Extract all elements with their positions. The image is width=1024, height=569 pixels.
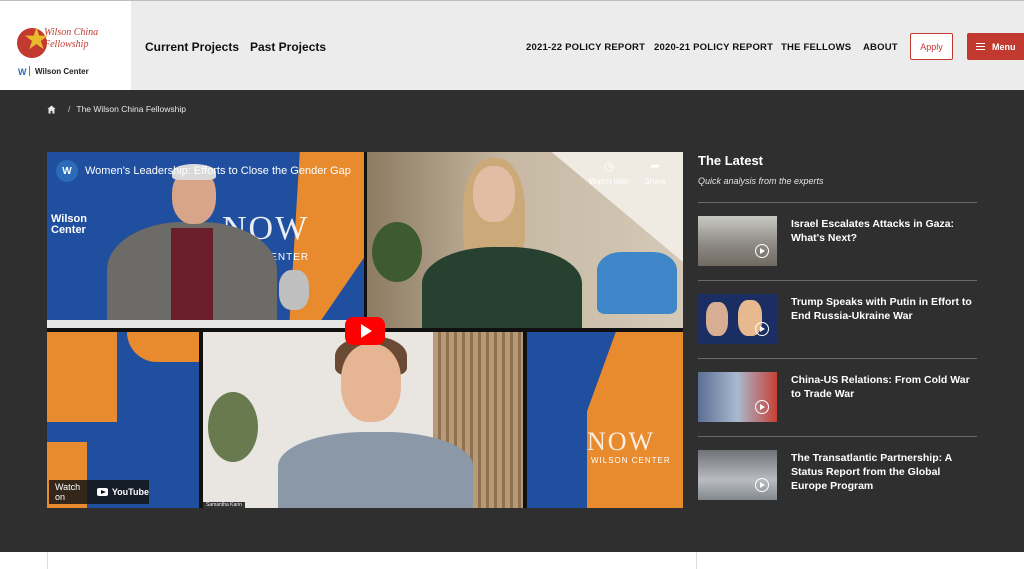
story-title[interactable]: China-US Relations: From Cold War to Tra… <box>791 373 977 401</box>
divider <box>698 202 977 203</box>
logo-line-2: Fellowship <box>44 39 89 50</box>
logo-divider <box>29 66 30 76</box>
hamburger-icon <box>976 43 985 50</box>
speaker-3-head <box>341 344 401 422</box>
menu-button[interactable]: Menu <box>967 33 1024 60</box>
apply-button[interactable]: Apply <box>910 33 953 60</box>
channel-logo-icon[interactable]: W <box>56 160 78 182</box>
play-icon <box>361 324 372 338</box>
divider <box>698 280 977 281</box>
breadcrumb: / The Wilson China Fellowship <box>47 104 186 114</box>
site-logo[interactable]: ★ Wilson China Fellowship W Wilson Cente… <box>0 1 131 91</box>
logo-line-1: Wilson China <box>44 27 99 38</box>
desk <box>47 320 364 328</box>
divider <box>698 436 977 437</box>
menu-label: Menu <box>992 41 1016 52</box>
video-panel-host: NOW CENTER Wilson Center <box>47 152 364 328</box>
play-circle-icon <box>755 244 769 258</box>
watch-on-label: Watch on <box>55 482 81 502</box>
microphone-icon <box>279 270 309 310</box>
watch-later-button[interactable]: ◷ Watch later <box>586 159 632 186</box>
home-icon[interactable] <box>47 104 56 114</box>
nav-2021-22-policy-report[interactable]: 2021-22 POLICY REPORT <box>526 42 645 53</box>
story-thumbnail[interactable] <box>698 294 777 344</box>
video-panel-guest-1 <box>367 152 683 328</box>
youtube-icon <box>97 488 108 496</box>
share-button[interactable]: ➦ Share <box>637 159 673 186</box>
watch-on-youtube-button[interactable]: Watch on YouTube <box>49 480 149 504</box>
speaker-2-head <box>473 166 515 222</box>
wilson-center-label: Wilson Center <box>35 67 89 76</box>
video-panel-guest-2 <box>203 332 523 508</box>
orange-block <box>587 332 683 508</box>
share-label: Share <box>644 177 666 186</box>
logo-text: Wilson China Fellowship <box>44 27 98 51</box>
story-item[interactable]: The Transatlantic Partnership: A Status … <box>698 450 977 500</box>
story-title[interactable]: Trump Speaks with Putin in Effort to End… <box>791 295 977 323</box>
story-item[interactable]: China-US Relations: From Cold War to Tra… <box>698 372 977 422</box>
story-item[interactable]: Israel Escalates Attacks in Gaza: What's… <box>698 216 977 266</box>
nav-past-projects[interactable]: Past Projects <box>250 40 326 54</box>
plant <box>372 222 422 282</box>
story-title[interactable]: The Transatlantic Partnership: A Status … <box>791 451 977 493</box>
play-circle-icon <box>755 400 769 414</box>
story-title[interactable]: Israel Escalates Attacks in Gaza: What's… <box>791 217 977 245</box>
site-header: ★ Wilson China Fellowship W Wilson Cente… <box>0 0 1024 91</box>
orange-block <box>47 332 117 422</box>
wilson-center-text: WILSON CENTER <box>591 456 671 465</box>
video-player[interactable]: NOW CENTER Wilson Center NOW WILSON CENT… <box>47 152 683 508</box>
speaker-2-body <box>422 247 582 328</box>
story-item[interactable]: Trump Speaks with Putin in Effort to End… <box>698 294 977 344</box>
share-arrow-icon: ➦ <box>649 159 661 173</box>
breadcrumb-separator: / <box>68 104 71 114</box>
nav-the-fellows[interactable]: THE FELLOWS <box>781 42 851 53</box>
watch-later-label: Watch later <box>588 177 630 186</box>
nav-about[interactable]: ABOUT <box>863 42 898 53</box>
plant <box>208 392 258 462</box>
blue-chair <box>597 252 677 314</box>
nav-current-projects[interactable]: Current Projects <box>145 40 239 54</box>
story-thumbnail[interactable] <box>698 216 777 266</box>
video-panel-graphic-right: NOW WILSON CENTER <box>527 332 683 508</box>
orange-block <box>127 332 199 362</box>
speaker-name-tag: Samantha Karin <box>203 502 245 508</box>
now-logo-text: NOW <box>587 427 656 456</box>
wilson-center-brand: Wilson Center <box>51 213 87 236</box>
portrait-left <box>706 302 728 336</box>
latest-heading: The Latest <box>698 153 764 168</box>
breadcrumb-current: The Wilson China Fellowship <box>76 104 186 114</box>
story-thumbnail[interactable] <box>698 450 777 500</box>
speaker-1-shirt <box>171 228 213 328</box>
clock-icon: ◷ <box>603 159 615 173</box>
speaker-3-body <box>278 432 473 508</box>
divider <box>698 358 977 359</box>
play-button[interactable] <box>345 317 385 345</box>
play-circle-icon <box>755 478 769 492</box>
youtube-label: YouTube <box>111 487 149 497</box>
nav-2020-21-policy-report[interactable]: 2020-21 POLICY REPORT <box>654 42 773 53</box>
content-card-top <box>47 552 697 569</box>
wilson-center-mark-icon: W <box>18 67 27 77</box>
story-thumbnail[interactable] <box>698 372 777 422</box>
play-circle-icon <box>755 322 769 336</box>
latest-subheading: Quick analysis from the experts <box>698 176 824 186</box>
video-title[interactable]: Women's Leadership: Efforts to Close the… <box>85 165 351 177</box>
